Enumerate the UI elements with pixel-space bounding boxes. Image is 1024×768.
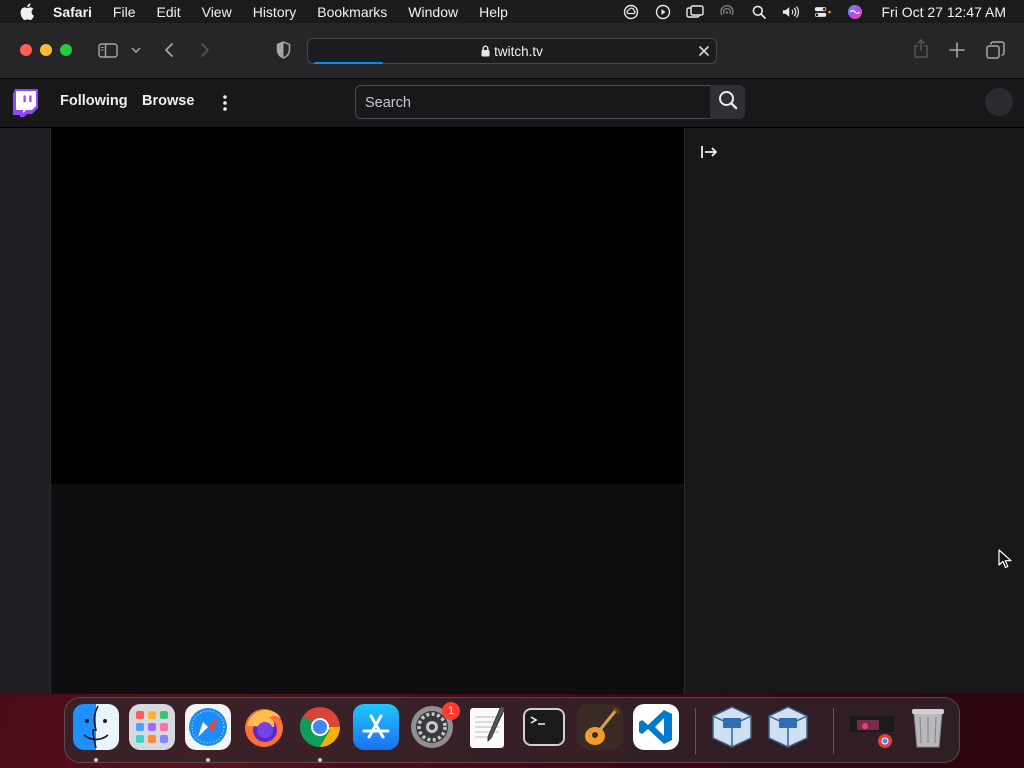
menu-bookmarks[interactable]: Bookmarks [317,4,387,20]
menu-history[interactable]: History [253,4,297,20]
notification-badge: 1 [442,702,460,720]
more-options-icon[interactable] [216,92,234,114]
garageband-icon[interactable] [577,704,623,750]
running-indicator [318,758,322,762]
nav-following-link[interactable]: Following [60,93,128,109]
new-tab-icon[interactable] [948,41,966,59]
running-indicator [206,758,210,762]
privacy-shield-icon[interactable] [274,41,292,59]
safari-icon[interactable] [185,704,231,750]
finder-icon[interactable] [73,704,119,750]
apple-menu-icon[interactable] [18,3,36,21]
user-avatar[interactable] [985,88,1013,116]
vscode-icon[interactable] [633,704,679,750]
menu-help[interactable]: Help [479,4,508,20]
tab-overview-icon[interactable] [985,40,1005,60]
url-text: twitch.tv [494,44,543,59]
nav-browse-link[interactable]: Browse [142,93,194,109]
chat-panel [684,128,1024,694]
window-minimize-button[interactable] [40,44,52,56]
play-icon[interactable] [654,4,672,20]
page-load-progress [314,62,384,64]
chevron-down-icon[interactable] [130,46,141,55]
launchpad-icon[interactable] [129,704,175,750]
collapse-chat-icon[interactable] [700,145,720,161]
sidebar-toggle-icon[interactable] [97,42,119,58]
virtualbox-icon[interactable] [765,704,811,750]
app-store-icon[interactable] [353,704,399,750]
dock: 1 [64,697,960,763]
menu-app-name[interactable]: Safari [53,4,92,20]
dock-separator [833,708,834,754]
siri-icon[interactable] [846,4,864,20]
search-input[interactable]: Search [355,85,710,119]
stop-loading-icon[interactable] [697,44,711,58]
creative-cloud-icon[interactable] [622,4,640,20]
address-bar[interactable]: twitch.tv [307,38,717,64]
textedit-icon[interactable] [465,704,511,750]
video-player[interactable] [51,128,684,484]
trash-icon[interactable] [905,704,951,750]
screen-mirroring-icon[interactable] [685,4,704,20]
lock-icon [481,45,490,60]
twitch-logo-icon[interactable] [13,89,38,117]
search-icon [718,90,738,115]
search-button[interactable] [710,85,745,119]
firefox-icon[interactable] [241,704,287,750]
address-bar-url: twitch.tv [308,44,716,60]
share-icon[interactable] [912,38,930,60]
menu-clock[interactable]: Fri Oct 27 12:47 AM [882,4,1007,20]
virtualbox-icon[interactable] [709,704,755,750]
browser-toolbar: twitch.tv [0,23,1024,79]
dock-separator [695,708,696,754]
side-nav [0,128,51,694]
channel-info-area [51,484,684,694]
menu-view[interactable]: View [202,4,232,20]
airdrop-icon[interactable] [718,4,736,20]
menu-edit[interactable]: Edit [156,4,180,20]
safari-window: twitch.tv Following Browse Search [0,23,1024,694]
menu-window[interactable]: Window [408,4,458,20]
spotlight-search-icon[interactable] [750,4,768,20]
control-center-icon[interactable] [814,4,832,20]
minimized-chrome-window-icon[interactable] [849,704,895,750]
mouse-cursor-icon [998,549,1012,569]
twitch-top-nav: Following Browse Search [0,79,1024,128]
forward-arrow-icon[interactable] [197,41,213,59]
window-fullscreen-button[interactable] [60,44,72,56]
volume-icon[interactable] [782,4,800,20]
menu-bar: Safari File Edit View History Bookmarks … [0,0,1024,23]
terminal-icon[interactable] [521,704,567,750]
window-close-button[interactable] [20,44,32,56]
chrome-icon[interactable] [297,704,343,750]
running-indicator [94,758,98,762]
menu-file[interactable]: File [113,4,136,20]
back-arrow-icon[interactable] [161,41,177,59]
